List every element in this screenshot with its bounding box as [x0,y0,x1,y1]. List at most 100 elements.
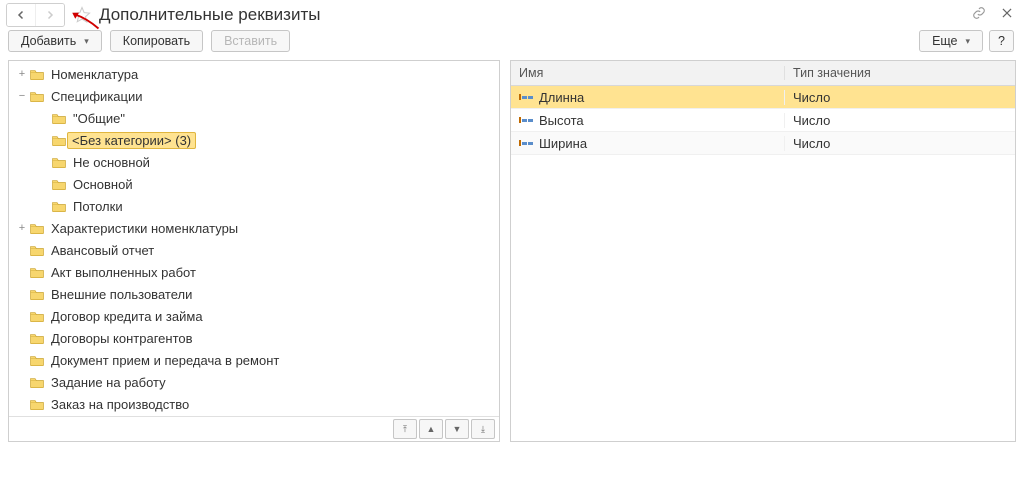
table-row[interactable]: Длинна Число [511,86,1015,109]
table-row[interactable]: Ширина Число [511,132,1015,155]
folder-icon [29,375,45,389]
more-button-label: Еще [932,34,957,48]
close-icon[interactable] [1000,6,1014,23]
folder-icon [29,287,45,301]
favorite-star-icon[interactable] [73,6,91,24]
tree-row[interactable]: Внешние пользователи [9,283,499,305]
folder-icon [29,221,45,235]
help-button-label: ? [998,34,1005,48]
tree-pane: + Номенклатура − Спецификации "Общие" <Без ка… [8,60,500,442]
tree-row[interactable]: "Общие" [9,107,499,129]
move-top-button[interactable]: ⤒ [393,419,417,439]
tree-row[interactable]: Задание на работу [9,371,499,393]
tree-item-label: Авансовый отчет [49,243,156,258]
tree-item-label: Спецификации [49,89,145,104]
folder-icon [29,397,45,411]
copy-button[interactable]: Копировать [110,30,203,52]
folder-icon [29,265,45,279]
folder-icon [51,111,67,125]
link-icon[interactable] [972,6,986,23]
cell-name: Ширина [511,136,785,151]
tree-item-label: Характеристики номенклатуры [49,221,240,236]
tree-item-label: "Общие" [71,111,127,126]
tree-item-label: Заказ на производство [49,397,191,412]
table-body[interactable]: Длинна Число Высота Число Ширина Число [511,86,1015,441]
tree-row[interactable]: Основной [9,173,499,195]
toolbar: Добавить ▾ Копировать Вставить Еще ▾ ? [0,30,1024,60]
tree-item-label: Потолки [71,199,125,214]
cell-name: Длинна [511,90,785,105]
cell-type: Число [785,113,1015,128]
table-row[interactable]: Высота Число [511,109,1015,132]
paste-button[interactable]: Вставить [211,30,290,52]
attribute-icon [519,117,533,123]
category-tree[interactable]: + Номенклатура − Спецификации "Общие" <Без ка… [9,61,499,416]
move-up-button[interactable]: ▲ [419,419,443,439]
copy-button-label: Копировать [123,34,190,48]
tree-row[interactable]: Договор кредита и займа [9,305,499,327]
help-button[interactable]: ? [989,30,1014,52]
col-name-header[interactable]: Имя [511,66,785,80]
move-down-button[interactable]: ▼ [445,419,469,439]
folder-icon [29,243,45,257]
tree-row[interactable]: Не основной [9,151,499,173]
expand-icon[interactable]: + [15,68,29,80]
tree-row[interactable]: Авансовый отчет [9,239,499,261]
tree-item-label: Акт выполненных работ [49,265,198,280]
tree-item-label: Не основной [71,155,152,170]
folder-icon [29,67,45,81]
back-button[interactable] [7,4,35,26]
collapse-icon[interactable]: − [15,90,29,102]
attribute-name: Высота [539,113,584,128]
tree-row[interactable]: Заказ на производство [9,393,499,415]
folder-icon [51,133,67,147]
cell-name: Высота [511,113,785,128]
folder-icon [51,199,67,213]
folder-icon [29,309,45,323]
window-header: Дополнительные реквизиты [0,0,1024,30]
add-button[interactable]: Добавить ▾ [8,30,102,52]
tree-item-label: <Без категории> (3) [67,132,196,149]
tree-item-label: Договоры контрагентов [49,331,195,346]
tree-row[interactable]: Акт выполненных работ [9,261,499,283]
tree-row[interactable]: + Характеристики номенклатуры [9,217,499,239]
tree-item-label: Номенклатура [49,67,140,82]
content-panes: + Номенклатура − Спецификации "Общие" <Без ка… [0,60,1024,442]
caret-down-icon: ▾ [84,36,89,47]
more-button[interactable]: Еще ▾ [919,30,983,52]
folder-icon [29,89,45,103]
paste-button-label: Вставить [224,34,277,48]
tree-row[interactable]: Документ прием и передача в ремонт [9,349,499,371]
folder-icon [29,331,45,345]
tree-row[interactable]: − Спецификации [9,85,499,107]
table-header: Имя Тип значения [511,61,1015,86]
col-type-header[interactable]: Тип значения [785,66,1015,80]
folder-icon [29,353,45,367]
attribute-icon [519,140,533,146]
cell-type: Число [785,90,1015,105]
cell-type: Число [785,136,1015,151]
tree-row[interactable]: Договоры контрагентов [9,327,499,349]
attribute-icon [519,94,533,100]
nav-group [6,3,65,27]
tree-item-label: Внешние пользователи [49,287,194,302]
attribute-name: Ширина [539,136,587,151]
tree-item-label: Задание на работу [49,375,168,390]
table-pane: Имя Тип значения ДлиннаЧислоВысотаЧислоШ… [510,60,1016,442]
tree-item-label: Основной [71,177,135,192]
page-title: Дополнительные реквизиты [99,5,320,25]
tree-footer: ⤒ ▲ ▼ ⤓ [9,416,499,441]
tree-item-label: Документ прием и передача в ремонт [49,353,281,368]
add-button-label: Добавить [21,34,76,48]
tree-row[interactable]: Потолки [9,195,499,217]
folder-icon [51,177,67,191]
tree-item-label: Договор кредита и займа [49,309,205,324]
forward-button[interactable] [35,4,64,26]
attribute-name: Длинна [539,90,584,105]
folder-icon [51,155,67,169]
expand-icon[interactable]: + [15,222,29,234]
caret-down-icon: ▾ [966,36,971,47]
move-bottom-button[interactable]: ⤓ [471,419,495,439]
tree-row[interactable]: + Номенклатура [9,63,499,85]
tree-row[interactable]: <Без категории> (3) [9,129,499,151]
